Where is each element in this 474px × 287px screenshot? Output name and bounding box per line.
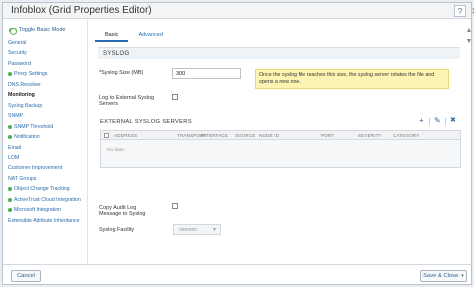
column-header-port[interactable]: PORT bbox=[321, 133, 334, 138]
sidebar-item-label: General bbox=[8, 40, 27, 46]
grid-properties-dialog: Infoblox (Grid Properties Editor) ? ✕ To… bbox=[2, 2, 474, 285]
sidebar-item-monitoring[interactable]: Monitoring bbox=[8, 92, 35, 98]
status-dot-icon bbox=[8, 197, 12, 202]
sidebar-item-security[interactable]: Security bbox=[8, 50, 27, 56]
toolbar-divider bbox=[429, 118, 430, 125]
delete-icon[interactable]: ✖ bbox=[450, 116, 456, 124]
sidebar-item-label: Object Change Tracking bbox=[14, 186, 70, 193]
sidebar-item-email[interactable]: Email bbox=[8, 145, 21, 151]
status-dot-icon bbox=[8, 187, 12, 192]
sidebar-item-label: SNMP Threshold bbox=[14, 123, 54, 130]
column-header-node-id[interactable]: NODE ID bbox=[259, 133, 279, 138]
save-close-label: Save & Close bbox=[423, 273, 459, 279]
sidebar-item-customer-improvement[interactable]: Customer Improvement bbox=[8, 165, 62, 171]
syslog-size-hint: Once the syslog file reaches this size, … bbox=[255, 69, 449, 89]
sidebar-item-label: NAT Groups bbox=[8, 175, 37, 182]
cancel-button[interactable]: Cancel bbox=[11, 270, 41, 282]
sidebar-item-syslog-backup[interactable]: Syslog Backup bbox=[8, 103, 42, 109]
status-dot-icon bbox=[8, 208, 12, 213]
column-header-address[interactable]: ADDRESS bbox=[114, 133, 137, 138]
sidebar-item-label: Password bbox=[8, 60, 31, 67]
sidebar-item-lom[interactable]: LOM bbox=[8, 155, 19, 161]
sidebar-item-label: Email bbox=[8, 144, 21, 151]
edit-icon[interactable]: ✎ bbox=[434, 116, 441, 125]
syslog-size-input[interactable]: 300 bbox=[172, 68, 241, 79]
external-servers-table: ADDRESS TRANSPORT INTERFACE SOURCE NODE … bbox=[100, 130, 461, 168]
status-dot-icon bbox=[8, 135, 12, 140]
sidebar-item-proxy-settings[interactable]: Proxy Settings bbox=[8, 71, 47, 77]
table-body: No data bbox=[101, 140, 460, 167]
sidebar-item-snmp[interactable]: SNMP bbox=[8, 113, 23, 119]
log-external-label-line2: Servers bbox=[99, 101, 118, 107]
table-header: ADDRESS TRANSPORT INTERFACE SOURCE NODE … bbox=[101, 131, 460, 140]
dialog-footer: Cancel Save & Close ▾ bbox=[3, 264, 471, 284]
syslog-facility-label: Syslog Facility bbox=[99, 227, 135, 233]
log-external-checkbox[interactable] bbox=[172, 94, 178, 100]
select-all-checkbox[interactable] bbox=[104, 133, 109, 138]
sidebar-item-microsoft-integration[interactable]: Microsoft Integration bbox=[8, 207, 61, 213]
sidebar-item-password[interactable]: Password bbox=[8, 61, 31, 67]
sidebar-item-label: Monitoring bbox=[8, 92, 35, 99]
column-header-category[interactable]: CATEGORY bbox=[393, 133, 419, 138]
toolbar-divider bbox=[445, 118, 446, 125]
column-header-severity[interactable]: SEVERITY bbox=[358, 133, 382, 138]
save-close-button[interactable]: Save & Close ▾ bbox=[420, 270, 467, 282]
sidebar-item-label: Security bbox=[8, 50, 27, 57]
close-icon[interactable]: ✕ bbox=[469, 5, 474, 17]
sidebar-item-label: Proxy Settings bbox=[14, 71, 48, 78]
sidebar-item-label: Customer Improvement bbox=[8, 165, 63, 172]
copy-audit-checkbox[interactable] bbox=[172, 203, 178, 209]
copy-audit-label-line2: Message to Syslog bbox=[99, 211, 146, 217]
sidebar-item-label: Extensible Attribute Inheritance bbox=[8, 217, 80, 224]
toggle-basic-mode[interactable]: Toggle Basic Mode bbox=[9, 27, 66, 35]
sidebar-item-label: ActiveTrust Cloud Integration bbox=[14, 196, 81, 203]
status-dot-icon bbox=[8, 124, 12, 129]
tab-advanced[interactable]: Advanced bbox=[128, 28, 172, 42]
sidebar-item-snmp-threshold[interactable]: SNMP Threshold bbox=[8, 124, 53, 130]
sidebar-item-notification[interactable]: Notification bbox=[8, 134, 40, 140]
sidebar-item-label: Microsoft Integration bbox=[14, 207, 61, 214]
sidebar-item-label: Notification bbox=[14, 134, 40, 141]
sidebar-item-activetrust-cloud-integration[interactable]: ActiveTrust Cloud Integration bbox=[8, 197, 81, 203]
sidebar-item-general[interactable]: General bbox=[8, 40, 26, 46]
chevron-down-icon: ▼ bbox=[212, 227, 217, 233]
external-servers-title: EXTERNAL SYSLOG SERVERS bbox=[100, 119, 192, 125]
title-bar: Infoblox (Grid Properties Editor) ? ✕ bbox=[3, 3, 474, 19]
dropdown-caret-icon[interactable]: ▾ bbox=[461, 273, 464, 279]
settings-sidebar: Toggle Basic Mode General Security Passwor… bbox=[3, 20, 88, 264]
sidebar-item-label: LOM bbox=[8, 154, 20, 161]
tab-bar: Basic Advanced bbox=[95, 28, 173, 42]
column-header-source[interactable]: SOURCE bbox=[235, 133, 255, 138]
help-icon[interactable]: ? bbox=[454, 5, 466, 17]
syslog-facility-select[interactable]: daemon ▼ bbox=[173, 224, 221, 235]
tab-basic[interactable]: Basic bbox=[95, 28, 129, 42]
sidebar-item-object-change-tracking[interactable]: Object Change Tracking bbox=[8, 186, 70, 192]
empty-table-message: No data bbox=[107, 148, 124, 153]
sidebar-item-label: SNMP bbox=[8, 113, 23, 120]
sidebar-item-nat-groups[interactable]: NAT Groups bbox=[8, 176, 36, 182]
status-dot-icon bbox=[8, 72, 12, 77]
section-header-syslog: SYSLOG bbox=[98, 47, 460, 59]
syslog-size-label: *Syslog Size (MB) bbox=[99, 70, 144, 76]
sidebar-item-label: Syslog Backup bbox=[8, 102, 43, 109]
syslog-facility-value: daemon bbox=[179, 227, 198, 233]
scroll-up-icon[interactable]: ▲ bbox=[465, 27, 473, 35]
sidebar-item-extensible-attribute-inheritance[interactable]: Extensible Attribute Inheritance bbox=[8, 218, 80, 224]
window-title: Infoblox (Grid Properties Editor) bbox=[11, 5, 152, 16]
column-header-interface[interactable]: INTERFACE bbox=[201, 133, 228, 138]
sidebar-item-dns-resolver[interactable]: DNS Resolver bbox=[8, 82, 41, 88]
toggle-switch-icon bbox=[9, 27, 17, 35]
scroll-down-icon[interactable]: ▼ bbox=[465, 38, 473, 46]
sidebar-item-label: DNS Resolver bbox=[8, 81, 41, 88]
toggle-basic-mode-label: Toggle Basic Mode bbox=[19, 27, 66, 33]
add-icon[interactable]: + bbox=[419, 116, 424, 125]
